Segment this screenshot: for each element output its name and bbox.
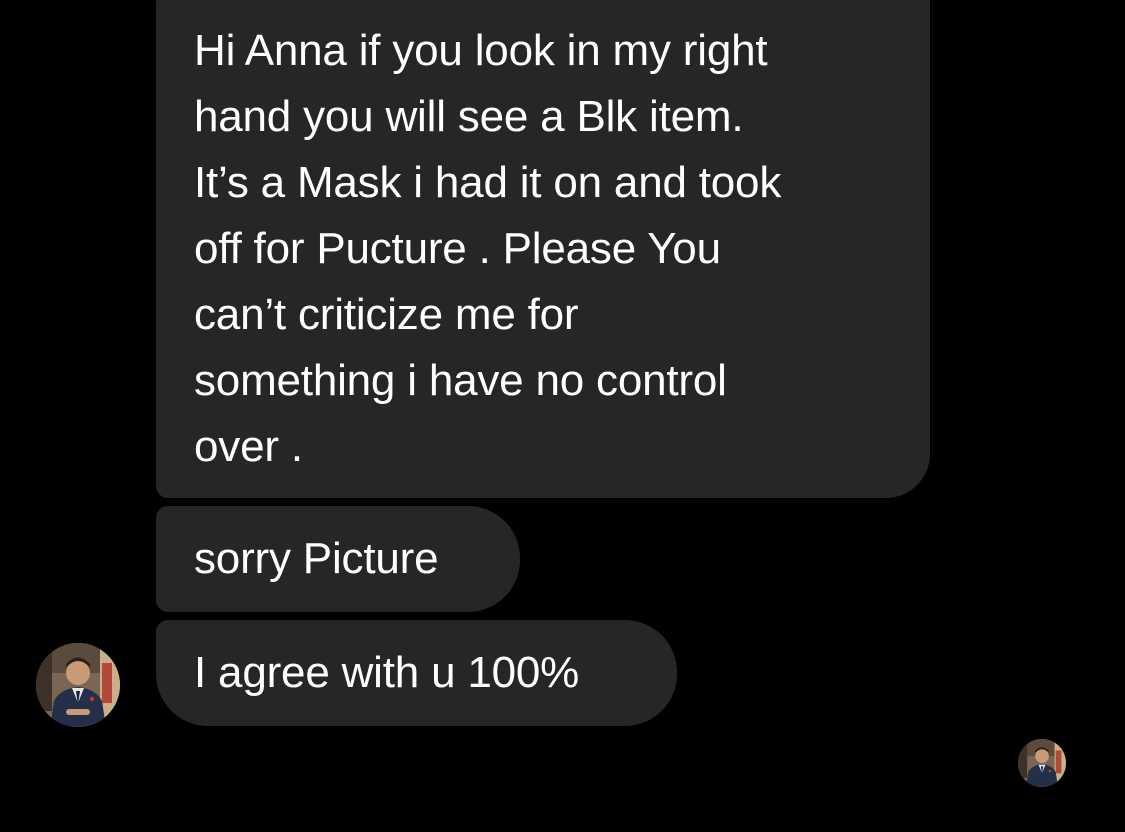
read-receipt-avatar [1018, 739, 1066, 787]
message-bubble[interactable]: Hi Anna if you look in my right hand you… [156, 0, 930, 498]
profile-photo-icon [36, 643, 120, 727]
sender-avatar[interactable] [36, 643, 120, 727]
message-bubble[interactable]: sorry Picture [156, 506, 520, 612]
message-thread: Hi Anna if you look in my right hand you… [0, 0, 1125, 832]
message-bubble[interactable]: I agree with u 100% [156, 620, 677, 726]
profile-photo-icon [1018, 739, 1066, 787]
